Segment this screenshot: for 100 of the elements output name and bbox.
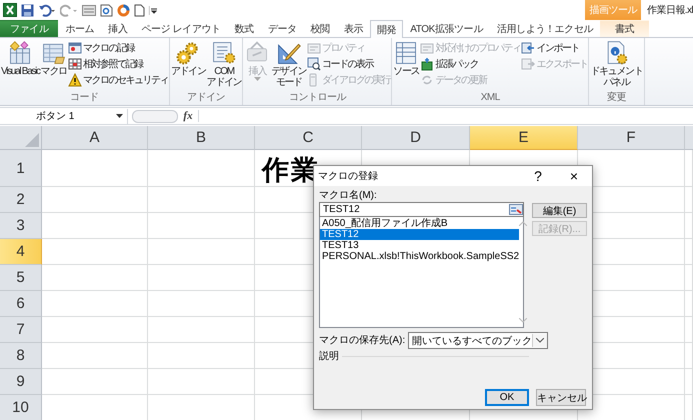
import-icon [521, 40, 536, 54]
contextual-tab-label: 描画ツール [585, 0, 641, 20]
ribbon-tab[interactable]: ページ レイアウト [134, 20, 228, 37]
sheet-cell[interactable] [42, 291, 148, 317]
ribbon-tab[interactable]: 書式 [600, 20, 650, 37]
ribbon-button[interactable]: 拡張パック [420, 56, 520, 71]
sheet-cell[interactable] [42, 213, 148, 239]
select-all-corner[interactable] [0, 126, 42, 150]
sheet-cell[interactable] [685, 343, 693, 369]
sheet-cell[interactable] [42, 265, 148, 291]
ring-icon [117, 4, 130, 16]
column-header[interactable]: A [42, 126, 148, 150]
ribbon-tab[interactable]: 校閲 [304, 20, 337, 37]
macro-list[interactable]: A050_配信用ファイル作成B TEST12 TEST13 PERSONAL.xlsb!ThisWorkbook.SampleSS2 [319, 217, 524, 328]
ribbon-tab[interactable]: ATOK拡張ツール [403, 20, 490, 37]
ribbon-button[interactable]: デザイン モード [271, 40, 306, 88]
macro-list-item[interactable]: TEST12 [320, 229, 520, 240]
row-header[interactable]: 3 [0, 213, 42, 239]
dialog-button[interactable]: OK [485, 389, 529, 406]
customize-caret-icon [149, 4, 157, 16]
sheet-cell[interactable] [42, 150, 148, 187]
scroll-up-icon [519, 221, 528, 226]
macro-list-item[interactable]: PERSONAL.xlsb!ThisWorkbook.SampleSS2 [320, 251, 520, 262]
close-button[interactable]: × [556, 168, 592, 184]
help-button[interactable]: ? [520, 168, 556, 184]
row-header[interactable]: 5 [0, 265, 42, 291]
row-header[interactable]: 4 [0, 239, 42, 265]
dialog-button[interactable]: キャンセル [536, 389, 586, 406]
sheet-cell[interactable] [685, 265, 693, 291]
ribbon-button[interactable]: マクロの記録 [68, 40, 168, 55]
undo-icon [38, 4, 56, 16]
ribbon-tab[interactable]: 表示 [336, 20, 370, 37]
macro-list-item[interactable]: TEST13 [320, 240, 520, 251]
column-header[interactable]: E [470, 126, 578, 150]
ribbon-button[interactable]: コードの表示 [307, 56, 390, 71]
sheet-cell[interactable] [685, 187, 693, 213]
row-header[interactable]: 6 [0, 291, 42, 317]
insert-function-button[interactable]: fx [178, 110, 199, 122]
sheet-cell[interactable] [42, 369, 148, 395]
sheet-cell[interactable] [685, 291, 693, 317]
sheet-cell[interactable] [42, 343, 148, 369]
ribbon-button[interactable]: マクロのセキュリティ [68, 72, 168, 87]
column-header[interactable]: F [578, 126, 685, 150]
row-header[interactable]: 9 [0, 369, 42, 395]
group-title: XML [480, 92, 501, 105]
name-box[interactable]: ボタン 1 [0, 108, 128, 124]
sheet-cell[interactable] [685, 150, 693, 187]
export-icon [521, 56, 536, 70]
sheet-cell[interactable] [685, 317, 693, 343]
sheet-cell[interactable] [148, 213, 255, 239]
properties-icon [307, 40, 322, 54]
sheet-cell[interactable] [148, 369, 255, 395]
macro-name-field[interactable]: TEST12 [319, 202, 524, 217]
ribbon-button[interactable]: ドキュメント パネル [590, 40, 643, 88]
macro-list-item[interactable]: A050_配信用ファイル作成B [320, 218, 520, 229]
sheet-cell[interactable] [148, 265, 255, 291]
ribbon-button[interactable]: マクロ [40, 40, 67, 77]
sheet-cell[interactable] [42, 317, 148, 343]
sheet-cell[interactable] [685, 213, 693, 239]
sheet-cell[interactable] [42, 239, 148, 265]
sheet-cell[interactable] [148, 239, 255, 265]
list-gear-icon [211, 40, 238, 66]
record-icon [68, 40, 82, 54]
row-header[interactable]: 7 [0, 317, 42, 343]
sheet-cell[interactable] [148, 291, 255, 317]
ribbon-button[interactable]: 相対参照で記録 [68, 56, 168, 71]
field-label: 説明 [319, 350, 339, 363]
store-dropdown[interactable]: 開いているすべてのブック [408, 332, 548, 349]
row-header[interactable]: 2 [0, 187, 42, 213]
sheet-cell[interactable] [148, 317, 255, 343]
properties-icon [420, 40, 434, 54]
group-title: コントロール [288, 92, 348, 105]
ribbon-tab[interactable]: 挿入 [101, 20, 134, 37]
ribbon-button[interactable]: ソース [393, 40, 420, 77]
ribbon-tab[interactable]: ファイル [0, 20, 58, 37]
resize-handle[interactable] [132, 110, 178, 122]
ribbon-button[interactable]: Visual Basic [1, 40, 40, 77]
ribbon-button[interactable]: インポート [521, 40, 588, 55]
sheet-cell[interactable] [148, 150, 255, 187]
sheet-cell[interactable] [42, 187, 148, 213]
sheet-cell[interactable] [685, 239, 693, 265]
code-window-icon [307, 56, 322, 70]
ribbon-tab[interactable]: ホーム [58, 20, 102, 37]
row-header[interactable]: 10 [0, 395, 42, 420]
row-header[interactable]: 1 [0, 150, 42, 187]
column-header[interactable]: D [362, 126, 470, 150]
ribbon-button[interactable]: COM アドイン [206, 40, 242, 88]
ribbon-button[interactable]: アドイン [170, 40, 206, 77]
ribbon-tab[interactable]: 開発 [370, 20, 404, 38]
sheet-cell[interactable] [148, 187, 255, 213]
row-header[interactable]: 8 [0, 343, 42, 369]
spreadsheet-logo-icon [3, 3, 17, 17]
dialog-button[interactable]: 編集(E) [532, 203, 587, 218]
column-header[interactable]: C [255, 126, 362, 150]
sheet-cell[interactable] [148, 343, 255, 369]
ribbon-tab[interactable]: 活用しよう！エクセル [490, 20, 600, 37]
ribbon-tab[interactable]: データ [260, 20, 304, 37]
column-header[interactable]: B [148, 126, 255, 150]
ribbon-tab[interactable]: 数式 [228, 20, 261, 37]
sheet-cell[interactable] [685, 369, 693, 395]
